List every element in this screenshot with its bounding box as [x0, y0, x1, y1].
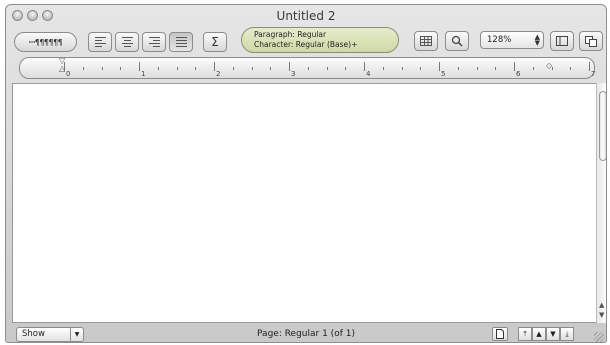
ruler-number: 4: [366, 70, 371, 78]
horizontal-ruler[interactable]: ▽ △ ◇ 01234567: [19, 56, 596, 79]
search-button[interactable]: [445, 31, 469, 51]
last-page-button[interactable]: ⤓: [560, 327, 574, 341]
ruler-tick: [214, 62, 215, 71]
zoom-select[interactable]: 128% ▲ ▼: [480, 31, 544, 49]
resize-grip-icon[interactable]: [594, 332, 604, 342]
magnifier-icon: [451, 35, 463, 47]
ruler-tick: [514, 62, 515, 71]
updown-arrows-icon: ▲ ▼: [534, 33, 540, 47]
align-justify-icon: [175, 37, 187, 47]
table-icon: [420, 36, 432, 46]
ruler-tick: [307, 67, 309, 70]
copy-button[interactable]: [579, 31, 603, 51]
paragraph-style-text: Paragraph: Regular: [254, 30, 327, 39]
align-right-button[interactable]: [142, 32, 166, 52]
ruler-tick: [401, 67, 403, 70]
ruler-number: 7: [591, 70, 596, 78]
scroll-up-arrow[interactable]: ▲: [599, 301, 604, 309]
ruler-number: 1: [141, 70, 146, 78]
title-bar[interactable]: Untitled 2: [6, 5, 606, 25]
ruler-tick: [251, 67, 253, 70]
styles-button[interactable]: ꟷ¶¶¶¶¶¶: [14, 32, 77, 52]
ruler-tick: [139, 62, 140, 71]
ruler-tick: [289, 62, 290, 71]
ruler-tick: [439, 62, 440, 71]
page-icon: [496, 329, 504, 339]
character-style-text: Character: Regular (Base)+: [254, 40, 358, 49]
zoom-value: 128%: [487, 35, 512, 45]
sidebar-icon: [556, 36, 568, 46]
ruler-tick: [382, 67, 384, 70]
page-layout-button[interactable]: [492, 327, 508, 341]
window-title: Untitled 2: [276, 9, 336, 23]
ruler-tick: [64, 62, 65, 71]
ruler-tick: [120, 67, 122, 70]
ruler-tick: [176, 67, 178, 70]
ruler-tick: [364, 62, 365, 71]
ruler-tick: [326, 67, 328, 70]
align-justify-button[interactable]: [169, 32, 193, 52]
ruler-number: 0: [66, 70, 71, 78]
scroll-down-arrow[interactable]: ▼: [599, 311, 604, 319]
ruler-number: 3: [291, 70, 296, 78]
document-window: Untitled 2 ꟷ¶¶¶¶¶¶ Σ Paragraph: Regular: [5, 4, 607, 343]
ruler-tick: [232, 67, 234, 70]
ruler-tick: [157, 67, 159, 70]
duplicate-icon: [584, 35, 597, 47]
ruler-number: 6: [516, 70, 521, 78]
align-right-icon: [148, 37, 160, 47]
ruler-tick: [551, 67, 553, 70]
first-page-button[interactable]: ⤒: [518, 327, 532, 341]
ruler-number: 5: [441, 70, 446, 78]
align-center-button[interactable]: [115, 32, 139, 52]
ruler-tick: [195, 67, 197, 70]
ruler-tick: [270, 67, 272, 70]
ruler-tick: [476, 67, 478, 70]
ruler-tick: [495, 67, 497, 70]
document-editing-area[interactable]: [12, 83, 597, 323]
scroll-thumb[interactable]: [599, 91, 606, 161]
page-indicator: Page: Regular 1 (of 1): [257, 329, 355, 339]
table-button[interactable]: [414, 31, 438, 51]
ruler-tick: [457, 67, 459, 70]
ruler-tick: [82, 67, 84, 70]
align-center-icon: [121, 37, 133, 47]
ruler-tick: [345, 67, 347, 70]
vertical-scrollbar[interactable]: ▲ ▼: [596, 83, 606, 323]
ruler-tick: [101, 67, 103, 70]
next-page-button[interactable]: ▼: [546, 327, 560, 341]
align-left-icon: [94, 37, 106, 47]
ruler-tick: [420, 67, 422, 70]
ruler-tick: [589, 62, 590, 71]
style-status-display[interactable]: Paragraph: Regular Character: Regular (B…: [241, 27, 399, 53]
ruler-number: 2: [216, 70, 221, 78]
sidebar-toggle-button[interactable]: [550, 31, 574, 51]
previous-page-button[interactable]: ▲: [532, 327, 546, 341]
sigma-button[interactable]: Σ: [203, 32, 227, 52]
ruler-tick: [532, 67, 534, 70]
align-left-button[interactable]: [88, 32, 112, 52]
status-bar: Show ▼ Page: Regular 1 (of 1) ⤒ ▲ ▼ ⤓: [6, 324, 606, 342]
format-toolbar: ꟷ¶¶¶¶¶¶ Σ Paragraph: Regular Character: …: [6, 25, 606, 57]
ruler-tick: [570, 67, 572, 70]
